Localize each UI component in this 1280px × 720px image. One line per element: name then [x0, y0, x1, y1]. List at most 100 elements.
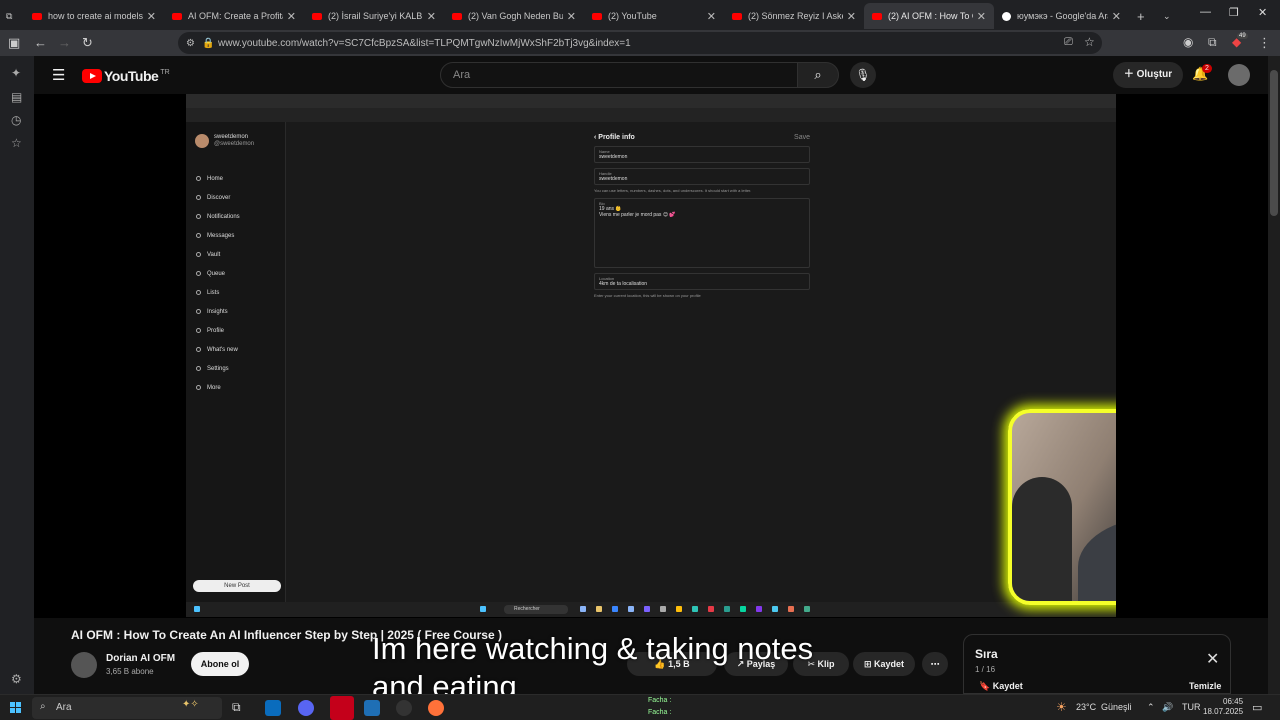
- queue-clear-button[interactable]: Temizle: [1189, 681, 1221, 691]
- close-queue-icon[interactable]: ✕: [1206, 649, 1219, 669]
- recorded-app-icon: [772, 606, 778, 612]
- extensions-sidebar-icon[interactable]: ✦: [11, 66, 21, 80]
- minimize-icon[interactable]: —: [1200, 6, 1211, 18]
- new-tab-icon[interactable]: +: [1129, 3, 1155, 29]
- recorded-handle-hint: You can use letters, numbers, dashes, do…: [594, 188, 752, 193]
- recorded-taskbar: Rechercher: [186, 602, 1116, 617]
- recorded-nav: Home Discover Notifications Messages Vau…: [196, 169, 240, 397]
- close-tab-icon[interactable]: ✕: [977, 10, 986, 23]
- url-field[interactable]: ⚙ 🔒 www.youtube.com/watch?v=SC7CfcBpzSA&…: [178, 32, 1102, 54]
- recorded-user-avatar: [195, 134, 209, 148]
- weather-desc[interactable]: Güneşli: [1101, 702, 1132, 712]
- vault-icon: [196, 252, 201, 257]
- taskbar-app-icon[interactable]: [330, 696, 354, 720]
- hamburger-menu-icon[interactable]: ☰: [52, 66, 65, 84]
- recorded-app-icon: [740, 606, 746, 612]
- queue-save-button[interactable]: 🔖 Kaydet: [979, 681, 1023, 692]
- close-window-icon[interactable]: ✕: [1258, 6, 1267, 19]
- close-tab-icon[interactable]: ✕: [1112, 10, 1121, 23]
- voice-search-button[interactable]: 🎙: [850, 62, 876, 88]
- reload-icon[interactable]: ↻: [82, 35, 93, 51]
- language-indicator[interactable]: TUR: [1182, 702, 1201, 712]
- recorded-app-icon: [724, 606, 730, 612]
- address-bar-row: ▣ ← → ↻ ⚙ 🔒 www.youtube.com/watch?v=SC7C…: [0, 30, 1280, 56]
- site-info-icon[interactable]: ⚙: [186, 38, 195, 49]
- search-button[interactable]: ⌕: [797, 62, 839, 88]
- favorites-icon[interactable]: ☆: [11, 136, 22, 150]
- search-highlight-icon: ✦✧: [182, 699, 199, 710]
- tab-actions-icon[interactable]: ⧉: [0, 3, 24, 29]
- browser-tab[interactable]: AI OFM: Create a Profitable✕: [164, 3, 304, 29]
- lock-icon: 🔒: [202, 37, 215, 49]
- menu-kebab-icon[interactable]: ⋮: [1258, 35, 1271, 51]
- recorded-handle-field: Handle sweetdemon: [594, 168, 810, 185]
- reading-list-icon[interactable]: ▤: [11, 90, 22, 104]
- browser-tab[interactable]: (2) İsrail Suriye'yi KALBİNDE✕: [304, 3, 444, 29]
- close-tab-icon[interactable]: ✕: [287, 10, 296, 23]
- browser-tab-active[interactable]: (2) AI OFM : How To Cr ✕: [864, 3, 994, 29]
- taskbar-search[interactable]: ⌕ Ara ✦✧: [32, 697, 222, 719]
- close-tab-icon[interactable]: ✕: [847, 10, 856, 23]
- scrollbar-thumb[interactable]: [1270, 70, 1278, 216]
- search-input[interactable]: Ara: [440, 62, 798, 88]
- facha-status: Facha :: [648, 709, 672, 716]
- history-icon[interactable]: ◷: [11, 113, 21, 127]
- user-avatar[interactable]: [1228, 64, 1250, 86]
- browser-tab[interactable]: юумэкэ - Google'da Ara ✕: [994, 3, 1129, 29]
- video-player[interactable]: sweetdemon @sweetdemon Home Discover Noti…: [34, 94, 1268, 618]
- outlook-icon[interactable]: [265, 700, 281, 716]
- more-actions-button[interactable]: ⋯: [922, 652, 948, 676]
- youtube-icon: [32, 12, 42, 20]
- restore-icon[interactable]: ❐: [1229, 6, 1239, 19]
- profile-icon[interactable]: ◉: [1183, 35, 1193, 49]
- browser-tab[interactable]: how to create ai models fo ✕: [24, 3, 164, 29]
- forward-icon[interactable]: →: [58, 35, 71, 50]
- youtube-header: ☰ YouTube TR Ara ⌕ 🎙 ＋ Oluştur 🔔 2: [34, 56, 1268, 94]
- browser-tab[interactable]: (2) YouTube ✕: [584, 3, 724, 29]
- lists-icon: [196, 290, 201, 295]
- subscriber-count: 3,65 B abone: [106, 667, 154, 676]
- save-video-button[interactable]: ⊞ Kaydet: [853, 652, 915, 676]
- recorded-new-post-button: New Post: [193, 580, 281, 592]
- bookmark-star-icon[interactable]: ☆: [1084, 35, 1095, 49]
- subscribe-button[interactable]: Abone ol: [191, 652, 249, 676]
- back-icon[interactable]: ←: [34, 35, 47, 50]
- close-tab-icon[interactable]: ✕: [147, 10, 156, 23]
- queue-title: Sıra: [975, 647, 998, 661]
- discord-icon[interactable]: [298, 700, 314, 716]
- youtube-logo[interactable]: YouTube TR: [82, 68, 170, 84]
- browser-tab[interactable]: (2) Van Gogh Neden Bu Ka✕: [444, 3, 584, 29]
- close-tab-icon[interactable]: ✕: [567, 10, 576, 23]
- recorded-location-field: Location 4km de ta localisation: [594, 273, 810, 290]
- facha-status: Facha :: [648, 697, 672, 704]
- recorded-browser-tabs: [186, 94, 1116, 108]
- create-button[interactable]: ＋ Oluştur: [1113, 62, 1183, 88]
- install-app-icon[interactable]: ⎚: [1064, 36, 1073, 49]
- weather-temp[interactable]: 23°C: [1076, 702, 1096, 712]
- windows-start-icon[interactable]: [10, 702, 22, 714]
- speaker-icon[interactable]: 🔊: [1162, 702, 1173, 713]
- tab-search-icon[interactable]: ⌄: [1155, 3, 1181, 29]
- close-tab-icon[interactable]: ✕: [707, 10, 716, 23]
- page-scrollbar[interactable]: [1268, 56, 1280, 694]
- channel-avatar[interactable]: [71, 652, 97, 678]
- notification-center-icon[interactable]: ▭: [1252, 701, 1262, 714]
- sidebar-toggle-icon[interactable]: ▣: [8, 35, 20, 51]
- chrome-icon[interactable]: [396, 700, 412, 716]
- close-tab-icon[interactable]: ✕: [427, 10, 436, 23]
- browser-tab[interactable]: (2) Sönmez Reyiz I Askerlik✕: [724, 3, 864, 29]
- recorded-app-icon: [804, 606, 810, 612]
- settings-icon: [196, 366, 201, 371]
- taskbar-app-icon[interactable]: [364, 700, 380, 716]
- url-text: www.youtube.com/watch?v=SC7CfcBpzSA&list…: [218, 37, 631, 49]
- recorded-address-bar: [186, 108, 1116, 122]
- settings-gear-icon[interactable]: ⚙: [11, 672, 22, 686]
- taskbar-clock[interactable]: 06:45 18.07.2025: [1203, 697, 1243, 717]
- webcam-person-body: [1078, 517, 1116, 601]
- channel-name[interactable]: Dorian AI OFM: [106, 653, 175, 664]
- extensions-icon[interactable]: ⧉: [1208, 35, 1217, 50]
- tray-chevron-icon[interactable]: ⌃: [1147, 702, 1155, 713]
- recorded-app-icon: [596, 606, 602, 612]
- task-view-icon[interactable]: ⧉: [232, 700, 248, 716]
- firefox-icon[interactable]: [428, 700, 444, 716]
